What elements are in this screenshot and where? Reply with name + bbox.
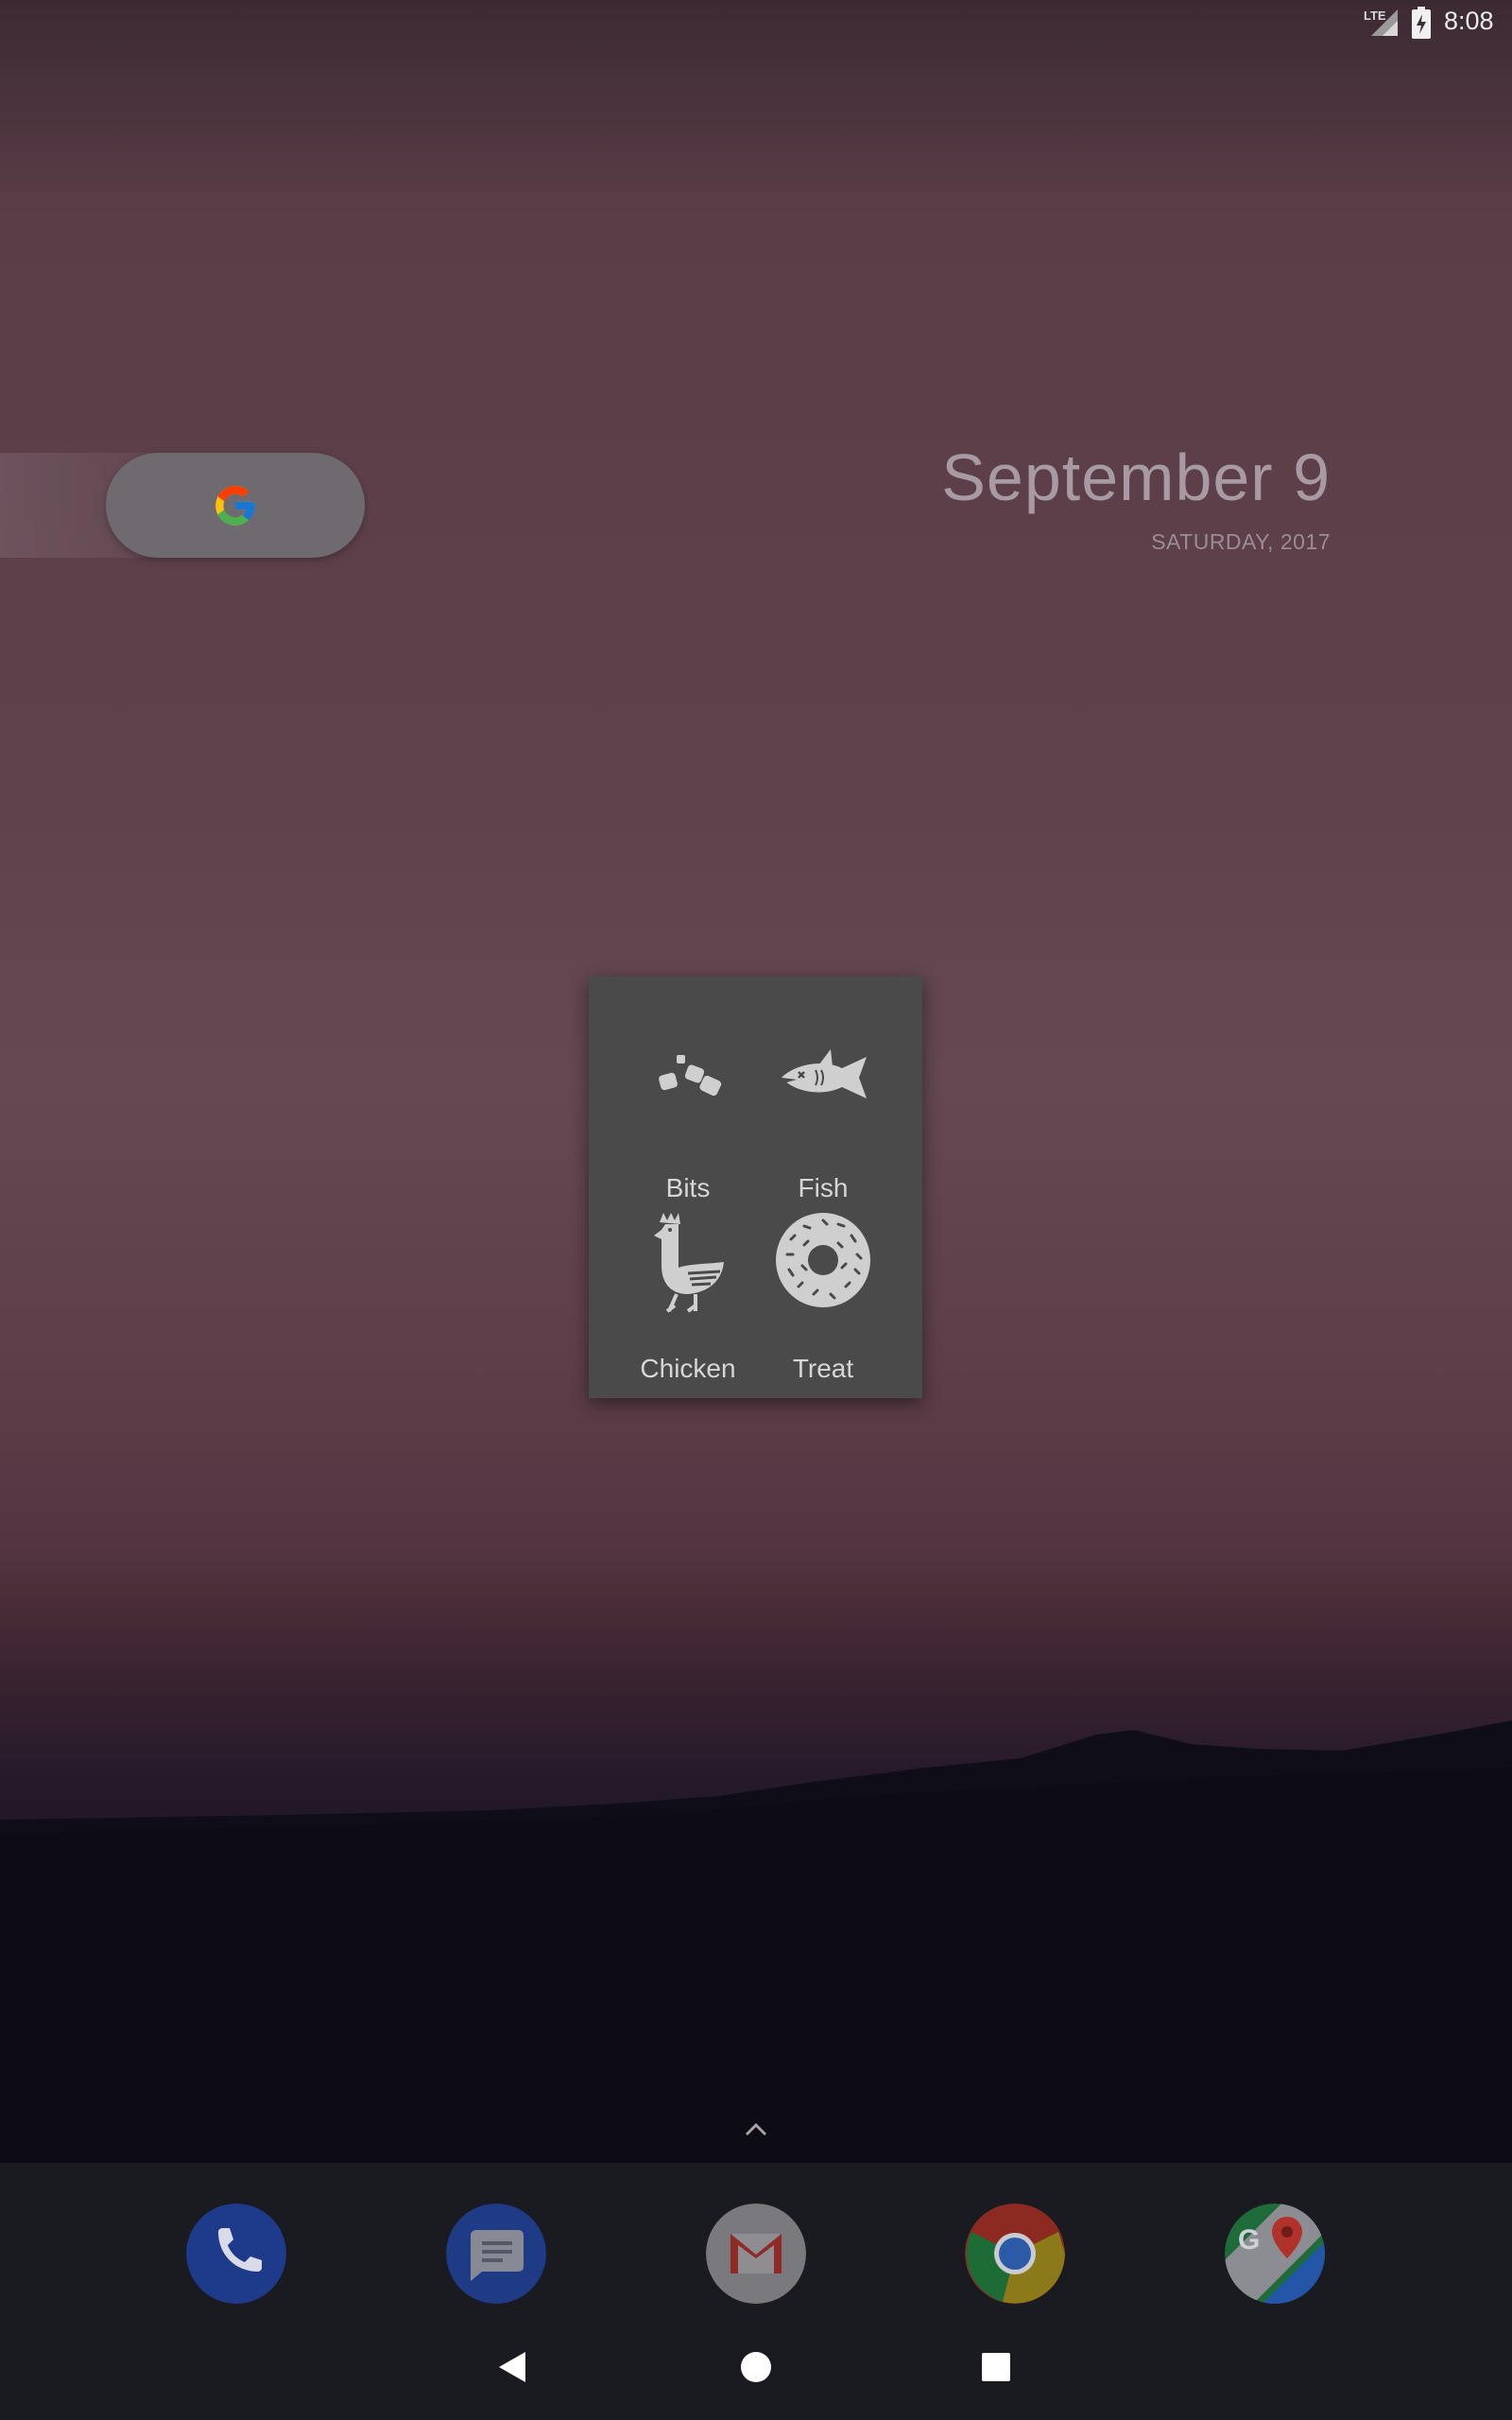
- gmail-app[interactable]: [706, 2204, 806, 2304]
- donut-treat-icon: [776, 1213, 870, 1307]
- food-label-bits: Bits: [665, 1173, 711, 1202]
- chicken-icon: [654, 1213, 724, 1313]
- back-icon[interactable]: [497, 2350, 527, 2384]
- messages-icon: [446, 2204, 546, 2304]
- food-item-bits[interactable]: Bits: [617, 1038, 759, 1202]
- bits-icon: [659, 1055, 722, 1097]
- phone-app[interactable]: [186, 2204, 286, 2304]
- chrome-app[interactable]: [965, 2204, 1065, 2304]
- date-widget-weekday-year[interactable]: SATURDAY, 2017: [1151, 529, 1331, 555]
- food-item-fish[interactable]: Fish: [752, 1038, 894, 1202]
- recents-icon[interactable]: [981, 2352, 1011, 2382]
- food-label-treat: Treat: [792, 1354, 854, 1383]
- chrome-icon: [965, 2204, 1065, 2304]
- maps-app[interactable]: G: [1225, 2204, 1325, 2304]
- google-search-widget[interactable]: [106, 453, 365, 558]
- fish-icon: [782, 1049, 867, 1098]
- gmail-icon: [706, 2204, 806, 2304]
- messages-app[interactable]: [446, 2204, 546, 2304]
- maps-icon: G: [1225, 2204, 1325, 2304]
- mountains-silhouette: [0, 1720, 1512, 2165]
- google-g-icon: [215, 485, 255, 526]
- app-drawer-chevron-up-icon[interactable]: [739, 2118, 773, 2140]
- home-icon[interactable]: [739, 2350, 773, 2384]
- food-label-chicken: Chicken: [640, 1354, 736, 1383]
- food-picker-popup: Bits Fish Chicken Treat: [589, 977, 922, 1398]
- status-bar: LTE 8:08: [0, 0, 1512, 45]
- svg-text:G: G: [1238, 2224, 1260, 2256]
- food-label-fish: Fish: [798, 1173, 849, 1202]
- date-widget-date[interactable]: September 9: [941, 440, 1331, 515]
- food-item-treat[interactable]: Treat: [752, 1211, 894, 1383]
- food-item-chicken[interactable]: Chicken: [617, 1211, 759, 1383]
- signal-icon: [1371, 9, 1398, 36]
- clock-time: 8:08: [1444, 7, 1494, 35]
- phone-icon: [186, 2204, 286, 2304]
- battery-charging-icon: [1412, 7, 1431, 39]
